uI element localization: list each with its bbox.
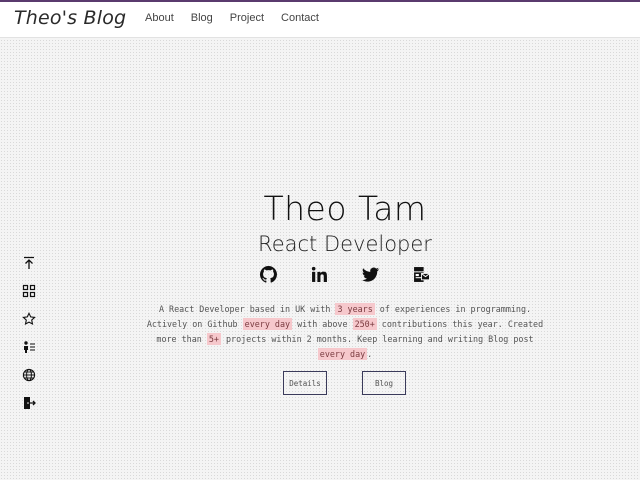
globe-icon[interactable] xyxy=(22,368,36,382)
nav-blog[interactable]: Blog xyxy=(191,12,213,24)
hero-name: Theo Tam xyxy=(263,189,427,228)
intro-highlight: every day xyxy=(317,348,368,360)
social-links xyxy=(260,266,430,283)
nav-about[interactable]: About xyxy=(145,12,174,24)
blog-button[interactable]: Blog xyxy=(362,371,406,395)
intro-highlight: 5+ xyxy=(206,333,221,345)
contact-card-icon[interactable] xyxy=(413,266,430,283)
twitter-icon[interactable] xyxy=(362,266,379,283)
person-list-icon[interactable] xyxy=(22,340,36,354)
nav-project[interactable]: Project xyxy=(230,12,264,24)
intro-highlight: every day xyxy=(242,318,293,330)
intro-paragraph: A React Developer based in UK with 3 yea… xyxy=(145,302,545,362)
intro-highlight: 3 years xyxy=(335,303,375,315)
brand-logo[interactable]: Theo's Blog xyxy=(14,7,126,29)
details-button[interactable]: Details xyxy=(283,371,327,395)
side-toolbar xyxy=(22,256,36,424)
intro-text: projects within 2 months. Keep learning … xyxy=(220,334,534,344)
linkedin-icon[interactable] xyxy=(311,266,328,283)
scroll-top-icon[interactable] xyxy=(22,256,36,270)
intro-text: A React Developer based in UK with xyxy=(158,304,336,314)
star-icon[interactable] xyxy=(22,312,36,326)
exit-icon[interactable] xyxy=(22,396,36,410)
github-icon[interactable] xyxy=(260,266,277,283)
intro-highlight: 250+ xyxy=(352,318,377,330)
intro-text: with above xyxy=(292,319,353,329)
intro-text: . xyxy=(367,349,373,359)
hero-role: React Developer xyxy=(258,232,432,256)
grid-icon[interactable] xyxy=(22,284,36,298)
nav-contact[interactable]: Contact xyxy=(281,12,319,24)
site-header: Theo's Blog About Blog Project Contact xyxy=(0,2,640,38)
main-nav: About Blog Project Contact xyxy=(145,12,336,24)
